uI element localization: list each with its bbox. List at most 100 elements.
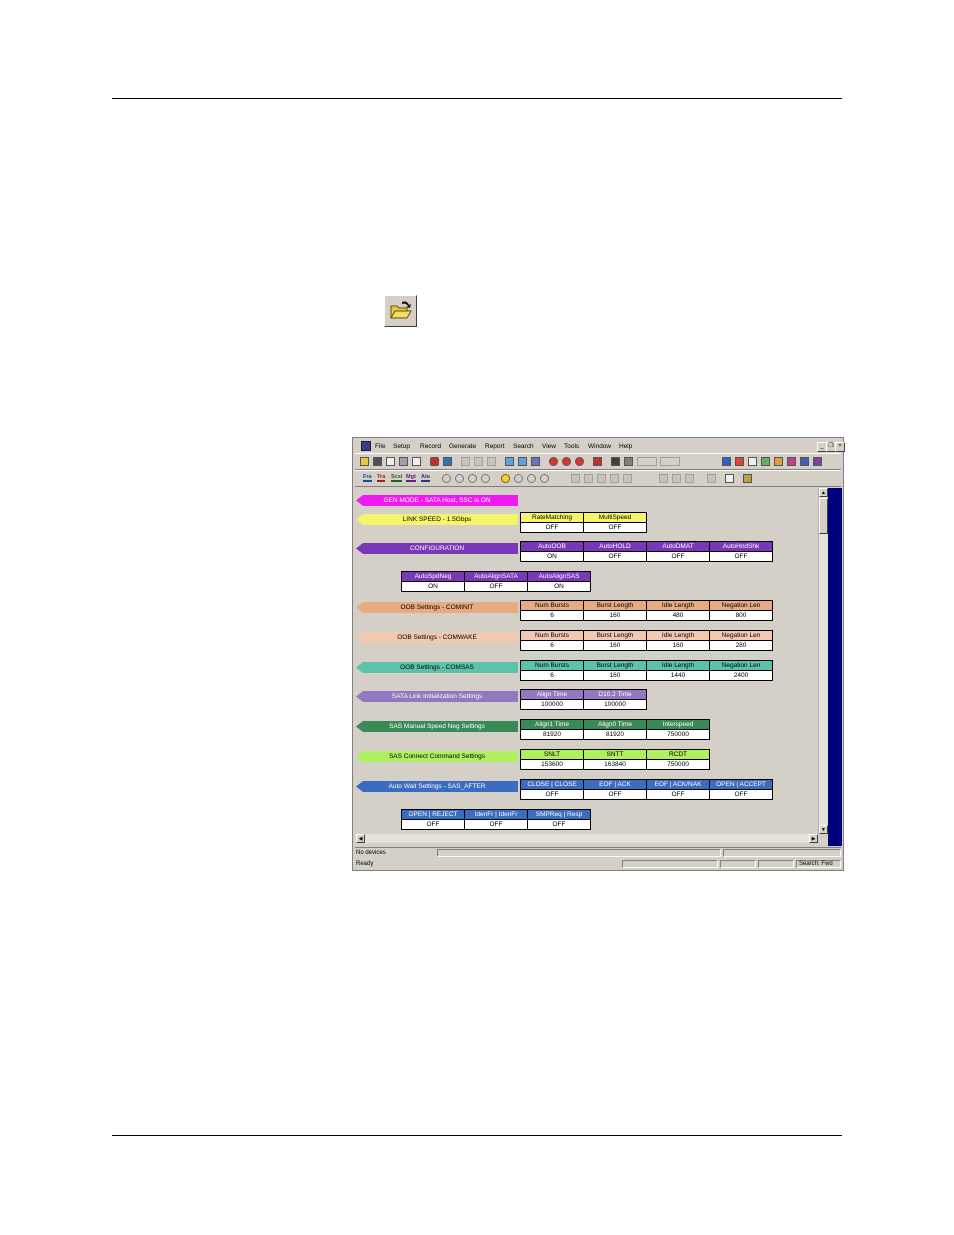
next-icon[interactable] (623, 474, 632, 483)
stats-icon[interactable] (761, 457, 770, 466)
param-value-rcdt[interactable]: 750000 (646, 759, 710, 770)
param-value-autoalignsas[interactable]: ON (527, 581, 591, 592)
level-5-icon[interactable] (501, 474, 510, 483)
print-preview-icon[interactable] (386, 457, 395, 466)
save-icon[interactable] (373, 457, 382, 466)
menu-report[interactable]: Report (485, 443, 505, 450)
scroll-up-icon[interactable]: ▲ (819, 488, 828, 497)
first-icon[interactable] (584, 474, 593, 483)
vertical-scrollbar[interactable]: ▲ ▼ (818, 488, 828, 834)
menu-generate[interactable]: Generate (449, 443, 476, 450)
param-value-num-bursts[interactable]: 6 (520, 640, 584, 651)
horizontal-scrollbar[interactable]: ◀ ▶ (356, 834, 818, 843)
menu-window[interactable]: Window (588, 443, 611, 450)
summary-icon[interactable] (722, 457, 731, 466)
tab-transport[interactable]: Tra (377, 474, 386, 482)
timing-icon[interactable] (735, 457, 744, 466)
traffic-icon[interactable] (748, 457, 757, 466)
level-8-icon[interactable] (540, 474, 549, 483)
level-1-icon[interactable] (442, 474, 451, 483)
param-value-autodmat[interactable]: OFF (646, 551, 710, 562)
close-icon[interactable]: × (835, 442, 845, 452)
hide-icon[interactable] (660, 457, 680, 466)
param-value-num-bursts[interactable]: 6 (520, 610, 584, 621)
section-tag-8[interactable]: SAS Connect Command Settings (356, 751, 518, 762)
open-icon[interactable] (360, 457, 369, 466)
tab-management[interactable]: Mgt (406, 474, 416, 482)
section-tag-9[interactable]: Auto Wait Settings - SAS_AFTER (356, 781, 518, 792)
filter-icon[interactable] (637, 457, 657, 466)
clear-icon[interactable] (593, 457, 602, 466)
level-2-icon[interactable] (455, 474, 464, 483)
page-icon[interactable] (610, 474, 619, 483)
menu-view[interactable]: View (542, 443, 556, 450)
param-value-burst-length[interactable]: 160 (583, 610, 647, 621)
param-value-align-time[interactable]: 100000 (520, 699, 584, 710)
level-6-icon[interactable] (514, 474, 523, 483)
section-tag-3[interactable]: OOB Settings - COMINIT (356, 602, 518, 613)
report-icon[interactable] (813, 457, 822, 466)
param-value-close-close[interactable]: OFF (520, 789, 584, 800)
param-value-idle-length[interactable]: 1440 (646, 670, 710, 681)
find-next-icon[interactable] (624, 457, 633, 466)
param-value-multispeed[interactable]: OFF (583, 522, 647, 533)
prev-icon[interactable] (597, 474, 606, 483)
param-value-eof-ack-nak[interactable]: OFF (646, 789, 710, 800)
chart-icon[interactable] (774, 457, 783, 466)
menu-help[interactable]: Help (619, 443, 632, 450)
section-tag-5[interactable]: OOB Settings - COMSAS (356, 662, 518, 673)
section-tag-2[interactable]: CONFIGURATION (356, 543, 518, 554)
param-value-idenfr-idenfr[interactable]: OFF (464, 819, 528, 830)
find-icon[interactable] (611, 457, 620, 466)
pause-icon[interactable] (474, 457, 483, 466)
settings-icon[interactable] (743, 474, 752, 483)
print-icon[interactable] (399, 457, 408, 466)
tab-frame[interactable]: Fra (363, 474, 372, 482)
open-file-icon[interactable] (384, 295, 417, 327)
param-value-align1-time[interactable]: 81920 (520, 729, 584, 740)
zoom-in-icon[interactable] (505, 457, 514, 466)
param-value-burst-length[interactable]: 160 (583, 640, 647, 651)
param-value-autoalignsata[interactable]: OFF (464, 581, 528, 592)
scroll-right-icon[interactable]: ▶ (809, 834, 818, 843)
record-settings-icon[interactable] (430, 457, 439, 466)
marker-1-icon[interactable] (549, 457, 558, 466)
merge-icon[interactable] (672, 474, 681, 483)
param-value-negation-len[interactable]: 2400 (709, 670, 773, 681)
menu-record[interactable]: Record (420, 443, 441, 450)
tab-ata[interactable]: Ata (421, 474, 430, 482)
layout-icon[interactable] (531, 457, 540, 466)
param-value-align0-time[interactable]: 81920 (583, 729, 647, 740)
param-value-smpreq-resp[interactable]: OFF (527, 819, 591, 830)
scroll-thumb[interactable] (819, 498, 828, 534)
param-value-interspeed[interactable]: 750000 (646, 729, 710, 740)
menu-search[interactable]: Search (513, 443, 534, 450)
expand-icon[interactable] (685, 474, 694, 483)
param-value-negation-len[interactable]: 800 (709, 610, 773, 621)
menu-file[interactable]: File (375, 443, 385, 450)
param-value-autohndshk[interactable]: OFF (709, 551, 773, 562)
export-icon[interactable] (725, 474, 734, 483)
generate-icon[interactable] (443, 457, 452, 466)
marker-3-icon[interactable] (575, 457, 584, 466)
marker-2-icon[interactable] (562, 457, 571, 466)
param-value-negation-len[interactable]: 280 (709, 640, 773, 651)
goto-icon[interactable] (571, 474, 580, 483)
param-value-autospdneg[interactable]: ON (401, 581, 465, 592)
section-tag-0[interactable]: GEN MODE - SATA Host, SSC is ON (356, 495, 518, 506)
level-3-icon[interactable] (468, 474, 477, 483)
param-value-ratematching[interactable]: OFF (520, 522, 584, 533)
param-value-num-bursts[interactable]: 6 (520, 670, 584, 681)
scroll-down-icon[interactable]: ▼ (819, 825, 828, 834)
scroll-left-icon[interactable]: ◀ (356, 834, 365, 843)
section-tag-4[interactable]: OOB Settings - COMWAKE (356, 632, 518, 643)
param-value-snlt[interactable]: 153600 (520, 759, 584, 770)
param-value-open-accept[interactable]: OFF (709, 789, 773, 800)
level-7-icon[interactable] (527, 474, 536, 483)
param-value-sntt[interactable]: 163840 (583, 759, 647, 770)
section-tag-7[interactable]: SAS Manual Speed Neg Settings (356, 721, 518, 732)
properties-icon[interactable] (412, 457, 421, 466)
section-tag-1[interactable]: LINK SPEED - 1.5Gbps (356, 514, 518, 525)
param-value-burst-length[interactable]: 160 (583, 670, 647, 681)
zoom-out-icon[interactable] (518, 457, 527, 466)
